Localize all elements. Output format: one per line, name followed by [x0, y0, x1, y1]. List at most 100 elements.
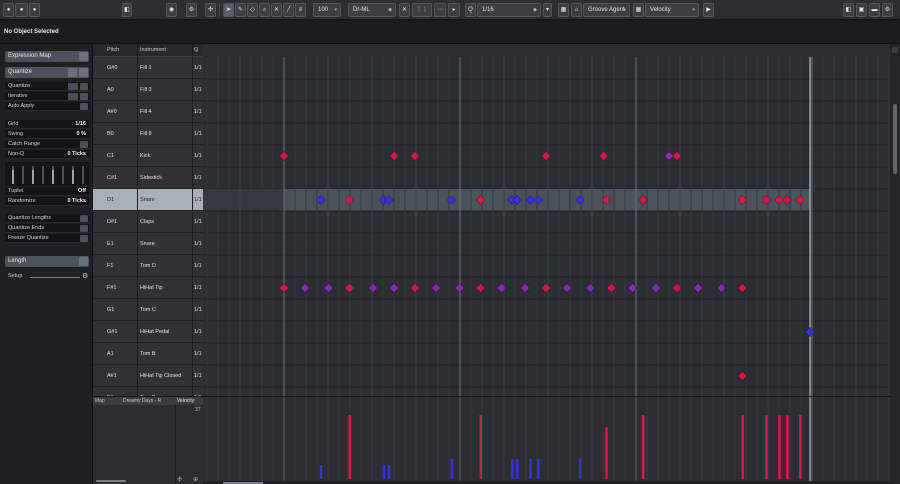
window-toggle-left-button[interactable]: ●: [3, 3, 14, 17]
tuplet-row[interactable]: Tuplet Off: [5, 187, 89, 196]
quantize-ends-icon[interactable]: [80, 225, 88, 232]
window-toggle-mid-button[interactable]: ●: [15, 3, 28, 17]
iterative-row[interactable]: Iterative: [5, 92, 89, 101]
quantize-bars-icon[interactable]: [68, 83, 78, 90]
lane-color-icon[interactable]: ▦: [633, 3, 644, 17]
scroll-thumb[interactable]: [893, 104, 897, 174]
scroll-up-icon[interactable]: [892, 47, 898, 53]
instrument-column-header[interactable]: Instrument: [140, 47, 166, 53]
velocity-bar[interactable]: [786, 415, 789, 479]
setup-row[interactable]: Setup ⚙: [8, 273, 90, 282]
velocity-bar[interactable]: [516, 459, 519, 479]
velocity-bar[interactable]: [382, 465, 386, 479]
velocity-bar[interactable]: [741, 415, 745, 479]
velocity-bar[interactable]: [450, 459, 454, 479]
lane-type-dropdown[interactable]: Velocity ▾: [645, 3, 699, 17]
key-row[interactable]: G#0 Fill 1 1/1: [93, 57, 203, 79]
zoom-tool-icon[interactable]: ⌕: [259, 3, 270, 17]
key-row[interactable]: A#1 HiHat Tip Closed 1/1: [93, 365, 203, 387]
split-icon[interactable]: ✣: [205, 3, 216, 17]
key-row[interactable]: G#1 HiHat Pedal 1/1: [93, 321, 203, 343]
quantize-header[interactable]: Quantize: [5, 67, 89, 78]
velocity-bar[interactable]: [348, 415, 352, 479]
swing-row[interactable]: Swing 0 %: [5, 130, 89, 139]
playback-icon[interactable]: ▶: [703, 3, 714, 17]
layout-right-icon[interactable]: ▬: [869, 3, 880, 17]
insert-velocity-dropdown[interactable]: 100 ▾: [313, 3, 341, 17]
quantize-lengths-button[interactable]: Quantize Lengths: [5, 214, 89, 223]
solo-editor-button[interactable]: ◧: [122, 3, 132, 17]
expression-map-icon[interactable]: [79, 52, 88, 61]
key-row[interactable]: C1 Kick 1/1: [93, 145, 203, 167]
velocity-bar[interactable]: [605, 427, 608, 479]
note-grid-canvas[interactable]: [203, 44, 890, 396]
quantize-column-header[interactable]: Q: [194, 47, 198, 53]
length-header-icon[interactable]: [79, 257, 88, 266]
non-q-row[interactable]: Non-Q 0 Ticks: [5, 150, 89, 159]
auto-apply-toggle[interactable]: [80, 103, 88, 110]
iterative-apply-icon[interactable]: [80, 93, 88, 100]
velocity-lane[interactable]: [203, 396, 890, 484]
catch-range-toggle[interactable]: [80, 141, 88, 148]
velocity-bar[interactable]: [579, 459, 582, 479]
key-row[interactable]: G1 Tom C 1/1: [93, 299, 203, 321]
velocity-bar[interactable]: [387, 465, 391, 479]
quantize-header-icon-2[interactable]: [79, 68, 88, 77]
camera-icon[interactable]: ◉: [166, 3, 177, 17]
iterative-value-icon[interactable]: [68, 93, 78, 100]
part-dropdown[interactable]: Groove Agent ▾: [583, 3, 630, 17]
layout-left-icon[interactable]: ◧: [843, 3, 854, 17]
key-row[interactable]: A#0 Fill 4 1/1: [93, 101, 203, 123]
pitch-column-header[interactable]: Pitch: [107, 47, 119, 53]
mute-tool-icon[interactable]: ✕: [271, 3, 282, 17]
velocity-bar[interactable]: [529, 459, 532, 479]
note-grid[interactable]: [203, 44, 890, 396]
length-header[interactable]: Length: [5, 256, 89, 267]
settings-gear-icon[interactable]: ⚙: [882, 3, 893, 17]
velocity-bar[interactable]: [799, 415, 802, 479]
drum-map-dropdown[interactable]: Dr-ML ◆: [348, 3, 396, 17]
snap-grid-icon[interactable]: ⋮⋮: [412, 3, 432, 17]
expression-map-header[interactable]: Expression Map: [5, 51, 89, 62]
draw-tool-icon[interactable]: ✎: [235, 3, 246, 17]
pointer-tool-icon[interactable]: ➤: [223, 3, 234, 17]
setup-slider[interactable]: [30, 277, 80, 278]
gear-icon[interactable]: ⚙: [82, 272, 88, 280]
velocity-bar[interactable]: [537, 459, 540, 479]
lane-add-icon[interactable]: ⊕: [193, 476, 198, 483]
key-row[interactable]: E1 Snare 1/1: [93, 233, 203, 255]
randomize-row[interactable]: Randomize 0 Ticks: [5, 197, 89, 206]
key-row[interactable]: A0 Fill 3 1/1: [93, 79, 203, 101]
line-tool-icon[interactable]: ╱: [283, 3, 294, 17]
velocity-bar[interactable]: [778, 415, 781, 479]
velocity-bar[interactable]: [641, 415, 645, 479]
key-row[interactable]: F#1 HiHat Tip 1/1: [93, 277, 203, 299]
quantize-lengths-icon[interactable]: [80, 215, 88, 222]
grid-menu-icon[interactable]: ▾: [543, 3, 552, 17]
key-row[interactable]: F1 Tom D 1/1: [93, 255, 203, 277]
lane-scrollbar[interactable]: [96, 480, 126, 482]
grid-dropdown[interactable]: 1/16 ◆: [477, 3, 541, 17]
drumstick-tool-icon[interactable]: ≡: [295, 3, 306, 17]
key-row[interactable]: D#1 Claps 1/1: [93, 211, 203, 233]
quantize-icon[interactable]: Q: [465, 3, 476, 17]
auto-apply-row[interactable]: Auto Apply: [5, 102, 89, 111]
velocity-lane-canvas[interactable]: [203, 397, 890, 484]
key-row[interactable]: A1 Tom B 1/1: [93, 343, 203, 365]
snap-mode-icon[interactable]: ⋯: [434, 3, 446, 17]
layout-mid-icon[interactable]: ▣: [856, 3, 867, 17]
quantize-apply-icon[interactable]: [80, 83, 88, 90]
snap-icon[interactable]: ✣: [177, 476, 182, 483]
grid-row[interactable]: Grid 1/16: [5, 120, 89, 129]
quantize-settings-icon[interactable]: ⚙: [186, 3, 197, 17]
quantize-row[interactable]: Quantize: [5, 82, 89, 91]
erase-tool-icon[interactable]: ◇: [247, 3, 258, 17]
freeze-quantize-icon[interactable]: [80, 235, 88, 242]
drum-solo-icon[interactable]: ✕: [399, 3, 410, 17]
freeze-quantize-button[interactable]: Freeze Quantize: [5, 234, 89, 243]
quantize-grid-display[interactable]: [5, 162, 89, 186]
velocity-bar[interactable]: [319, 465, 323, 479]
quantize-header-icon[interactable]: [68, 68, 77, 77]
key-row[interactable]: B0 Fill 8 1/1: [93, 123, 203, 145]
window-toggle-right-button[interactable]: ●: [29, 3, 40, 17]
